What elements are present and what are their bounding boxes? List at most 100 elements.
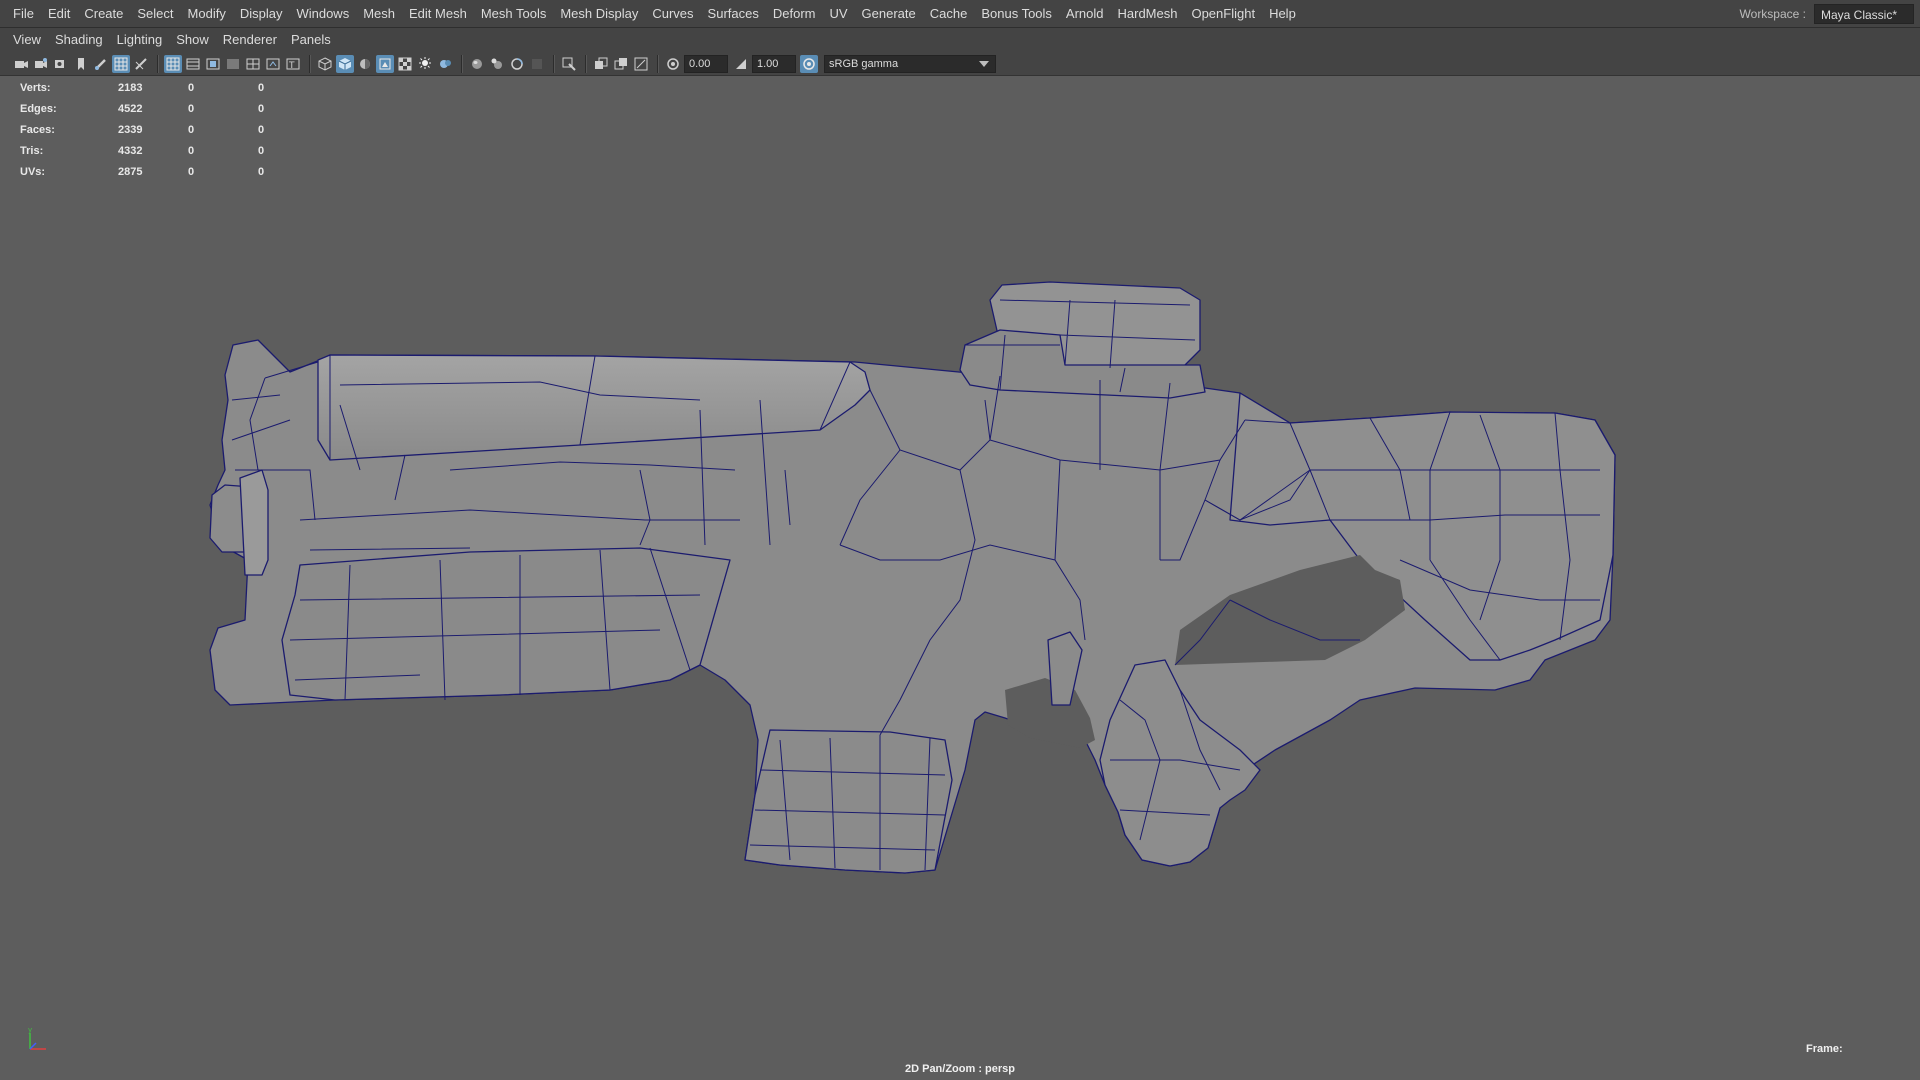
menu-create[interactable]: Create [77, 0, 130, 27]
menu-deform[interactable]: Deform [766, 0, 823, 27]
hud-value: 0 [188, 102, 195, 115]
hud-value: 0 [258, 165, 265, 178]
menu-bonus-tools[interactable]: Bonus Tools [974, 0, 1059, 27]
axis-gizmo-icon: y [28, 1027, 46, 1050]
toolbar-separator [309, 54, 311, 73]
resolution-gate-icon[interactable] [164, 54, 182, 73]
menu-uv[interactable]: UV [822, 0, 854, 27]
rifle-magazine [744, 729, 953, 874]
toolbar-separator [657, 54, 659, 73]
hud-value: 0 [258, 102, 265, 115]
hud-value: 0 [258, 144, 265, 157]
hud-label: Faces: [20, 123, 55, 136]
camera-attributes-icon[interactable] [32, 55, 50, 73]
hud-value: 2339 [118, 123, 143, 136]
hud-row-edges: Edges: 4522 0 0 [20, 98, 288, 119]
gamma-field[interactable]: 1.00 [752, 54, 796, 73]
xray-icon[interactable] [356, 55, 374, 73]
panel-toolbar: T 0.00 1.00 sRGB gamma [0, 52, 1920, 76]
panel-menu-panels[interactable]: Panels [284, 28, 338, 52]
hud-value: 0 [188, 123, 195, 136]
panel-menu-lighting[interactable]: Lighting [110, 28, 170, 52]
hud-toggle-icon[interactable] [632, 55, 650, 73]
gamma-icon[interactable] [732, 55, 750, 73]
safe-action-icon[interactable] [224, 55, 242, 73]
panel-menu-bar: View Shading Lighting Show Renderer Pane… [0, 28, 1920, 52]
workspace-selector: Workspace : Maya Classic* [1740, 0, 1914, 27]
hud-label: Tris: [20, 144, 44, 157]
menu-openflight[interactable]: OpenFlight [1184, 0, 1262, 27]
menu-arnold[interactable]: Arnold [1059, 0, 1111, 27]
hud-label: Edges: [20, 102, 57, 115]
workspace-dropdown[interactable]: Maya Classic* [1814, 3, 1914, 24]
bookmark-icon[interactable] [52, 55, 70, 73]
panel-menu-shading[interactable]: Shading [48, 28, 110, 52]
menu-edit[interactable]: Edit [41, 0, 77, 27]
hud-value: 0 [188, 165, 195, 178]
menu-mesh-display[interactable]: Mesh Display [553, 0, 645, 27]
grid-icon[interactable] [112, 54, 130, 73]
exposure-icon[interactable] [664, 55, 682, 73]
menu-select[interactable]: Select [130, 0, 180, 27]
xray-active-icon[interactable] [528, 55, 546, 73]
panel-menu-show[interactable]: Show [169, 28, 216, 52]
wireframe-on-shaded-icon[interactable] [336, 54, 354, 73]
poly-count-hud: Verts: 2183 0 0 Edges: 4522 0 0 Faces: 2… [20, 77, 288, 182]
camera-select-icon[interactable] [12, 55, 30, 73]
rifle-lower-rail [281, 547, 731, 701]
menu-generate[interactable]: Generate [855, 0, 923, 27]
component-select-icon[interactable] [592, 55, 610, 73]
hud-label: Verts: [20, 81, 51, 94]
menu-mesh-tools[interactable]: Mesh Tools [474, 0, 554, 27]
hud-row-uvs: UVs: 2875 0 0 [20, 161, 288, 182]
hud-row-verts: Verts: 2183 0 0 [20, 77, 288, 98]
chevron-down-icon [979, 60, 989, 67]
image-plane-icon[interactable] [72, 55, 90, 73]
menu-cache[interactable]: Cache [923, 0, 975, 27]
gate-mask-icon[interactable] [184, 55, 202, 73]
color-management-icon[interactable] [800, 54, 818, 73]
hud-label: UVs: [20, 165, 46, 178]
wireframe-icon[interactable] [264, 55, 282, 73]
menu-help[interactable]: Help [1262, 0, 1303, 27]
panel-menu-view[interactable]: View [6, 28, 48, 52]
frame-hud: Frame: [1806, 1043, 1843, 1055]
shadows-icon[interactable] [396, 55, 414, 73]
field-chart-icon[interactable] [204, 55, 222, 73]
motion-blur-icon[interactable] [436, 55, 454, 73]
default-material-icon[interactable] [316, 55, 334, 73]
menu-edit-mesh[interactable]: Edit Mesh [402, 0, 474, 27]
menu-mesh[interactable]: Mesh [356, 0, 402, 27]
menu-file[interactable]: File [6, 0, 41, 27]
anti-alias-icon[interactable] [468, 55, 486, 73]
panel-menu-renderer[interactable]: Renderer [216, 28, 284, 52]
component-highlight-icon[interactable] [612, 55, 630, 73]
svg-text:T: T [288, 61, 295, 71]
isolate-select-icon[interactable] [488, 55, 506, 73]
rifle-model-wireframe[interactable] [0, 77, 1920, 1080]
use-all-lights-icon[interactable] [376, 54, 394, 73]
hud-value: 0 [258, 123, 265, 136]
menu-surfaces[interactable]: Surfaces [701, 0, 766, 27]
menu-windows[interactable]: Windows [289, 0, 356, 27]
workspace-label: Workspace : [1739, 6, 1806, 21]
grease-pencil-icon[interactable] [92, 55, 110, 73]
film-gate-icon[interactable] [132, 55, 150, 73]
main-menu: File Edit Create Select Modify Display Windows… [0, 0, 1303, 27]
textured-icon[interactable] [560, 55, 578, 73]
hud-value: 4332 [118, 144, 143, 157]
color-space-dropdown[interactable]: sRGB gamma [824, 54, 996, 73]
menu-hardmesh[interactable]: HardMesh [1111, 0, 1185, 27]
safe-title-icon[interactable] [244, 55, 262, 73]
hud-value: 0 [188, 81, 195, 94]
smooth-shade-icon[interactable]: T [284, 55, 302, 73]
menu-curves[interactable]: Curves [645, 0, 700, 27]
perspective-viewport[interactable]: Verts: 2183 0 0 Edges: 4522 0 0 Faces: 2… [0, 77, 1920, 1080]
menu-display[interactable]: Display [233, 0, 290, 27]
main-menu-bar: File Edit Create Select Modify Display Windows… [0, 0, 1920, 28]
ambient-occlusion-icon[interactable] [416, 55, 434, 73]
menu-modify[interactable]: Modify [181, 0, 233, 27]
hud-value: 0 [258, 81, 265, 94]
exposure-field[interactable]: 0.00 [684, 54, 728, 73]
xray-joints-icon[interactable] [508, 55, 526, 73]
